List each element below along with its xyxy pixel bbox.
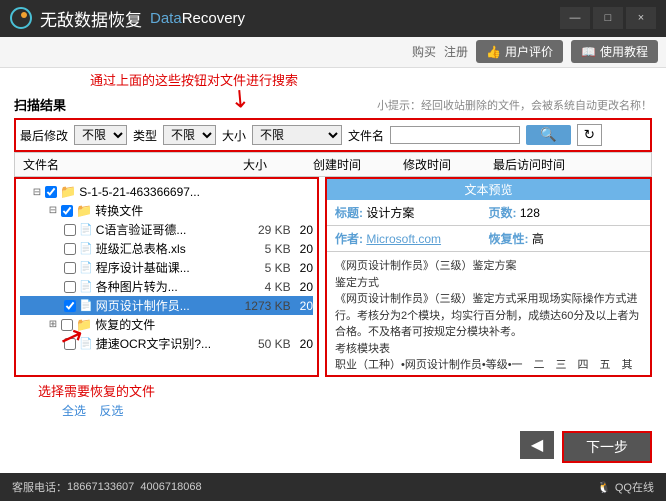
file-icon: 📄 xyxy=(79,223,93,236)
filter-type-label: 类型 xyxy=(133,127,157,144)
filter-size-label: 大小 xyxy=(222,127,246,144)
checkbox[interactable] xyxy=(64,243,76,255)
titlebar: 无敌数据恢复 DataRecovery — □ × xyxy=(0,0,666,37)
table-header: 文件名 大小 创建时间 修改时间 最后访问时间 xyxy=(14,152,652,177)
search-button[interactable]: 🔍 xyxy=(526,125,571,145)
checkbox[interactable] xyxy=(61,205,73,217)
filter-lastmod-select[interactable]: 不限 xyxy=(74,125,127,145)
recover-value: 高 xyxy=(532,232,544,246)
next-button[interactable]: 下一步 xyxy=(562,431,652,463)
file-icon: 📄 xyxy=(79,280,93,293)
register-link[interactable]: 注册 xyxy=(444,43,468,60)
folder-icon: 📁 xyxy=(60,184,76,200)
topic-value: 设计方案 xyxy=(366,206,414,220)
app-title-en1: Data xyxy=(150,10,182,27)
preview-panel: 文本预览 标题: 设计方案 页数: 128 作者: Microsoft.com … xyxy=(325,177,652,377)
tutorial-button[interactable]: 📖使用教程 xyxy=(571,40,658,63)
file-icon: 📄 xyxy=(79,261,93,274)
back-button[interactable]: ◀ xyxy=(520,431,554,459)
annotation-top: 通过上面的这些按钮对文件进行搜索 ↘ xyxy=(0,68,666,91)
folder-icon: 📁 xyxy=(76,203,92,219)
section-title: 扫描结果 xyxy=(14,95,66,114)
phone2: 4006718068 xyxy=(140,481,201,493)
filter-filename-label: 文件名 xyxy=(348,127,384,144)
checkbox[interactable] xyxy=(45,186,57,198)
col-modified[interactable]: 修改时间 xyxy=(399,156,489,173)
expander-icon[interactable]: ⊟ xyxy=(32,187,42,198)
pages-label: 页数: xyxy=(489,206,517,220)
tree-root[interactable]: ⊟ 📁 S-1-5-21-463366697... xyxy=(20,183,313,201)
phone1: 18667133607 xyxy=(67,481,134,493)
topic-label: 标题: xyxy=(335,206,363,220)
rating-button[interactable]: 👍用户评价 xyxy=(476,40,563,63)
app-title-en2: Recovery xyxy=(182,10,245,27)
col-created[interactable]: 创建时间 xyxy=(309,156,399,173)
app-title-cn: 无敌数据恢复 xyxy=(40,6,142,31)
book-icon: 📖 xyxy=(581,45,596,59)
tree-file[interactable]: 📄班级汇总表格.xls5 KB20 xyxy=(20,239,313,258)
hotline-label: 客服电话： xyxy=(12,479,67,495)
filter-filename-input[interactable] xyxy=(390,126,520,144)
tree-file-selected[interactable]: 📄网页设计制作员...1273 KB20 xyxy=(20,296,313,315)
checkbox[interactable] xyxy=(64,262,76,274)
qq-online[interactable]: 🐧 QQ在线 xyxy=(597,479,654,495)
file-icon: 📄 xyxy=(79,242,93,255)
filter-size-select[interactable]: 不限 xyxy=(252,125,342,145)
checkbox[interactable] xyxy=(64,300,76,312)
app-logo-icon xyxy=(10,7,32,29)
author-value[interactable]: Microsoft.com xyxy=(366,232,441,246)
tree-file[interactable]: 📄各种图片转为...4 KB20 xyxy=(20,277,313,296)
buy-link[interactable]: 购买 xyxy=(412,43,436,60)
refresh-button[interactable]: ↻ xyxy=(577,124,602,146)
filter-lastmod-label: 最后修改 xyxy=(20,127,68,144)
col-name[interactable]: 文件名 xyxy=(19,156,239,173)
expander-icon[interactable]: ⊞ xyxy=(48,319,58,330)
expander-icon[interactable]: ⊟ xyxy=(48,205,58,216)
tree-folder[interactable]: ⊟ 📁 转换文件 xyxy=(20,201,313,220)
select-all-link[interactable]: 全选 xyxy=(62,404,86,418)
tree-file[interactable]: 📄C语言验证哥德...29 KB20 xyxy=(20,220,313,239)
minimize-button[interactable]: — xyxy=(560,7,590,29)
file-icon: 📄 xyxy=(79,299,93,312)
tip-text: 小提示：经回收站删除的文件，会被系统自动更改名称！ xyxy=(377,97,652,113)
select-invert-link[interactable]: 反选 xyxy=(99,404,123,418)
maximize-button[interactable]: □ xyxy=(593,7,623,29)
filter-type-select[interactable]: 不限 xyxy=(163,125,216,145)
footer: 客服电话： 18667133607 4006718068 🐧 QQ在线 xyxy=(0,473,666,501)
annotation-left: 选择需要恢复的文件 xyxy=(14,377,652,400)
col-size[interactable]: 大小 xyxy=(239,156,309,173)
tree-file[interactable]: 📄程序设计基础课...5 KB20 xyxy=(20,258,313,277)
col-accessed[interactable]: 最后访问时间 xyxy=(489,156,569,173)
qq-icon: 🐧 xyxy=(597,481,611,494)
preview-title: 文本预览 xyxy=(327,179,650,200)
pages-value: 128 xyxy=(520,206,540,220)
preview-body: 《网页设计制作员》（三级）鉴定方案 鉴定方式 《网页设计制作员》（三级）鉴定方式… xyxy=(327,252,650,375)
thumb-icon: 👍 xyxy=(486,45,501,59)
checkbox[interactable] xyxy=(64,281,76,293)
author-label: 作者: xyxy=(335,232,363,246)
recover-label: 恢复性: xyxy=(489,232,529,246)
close-button[interactable]: × xyxy=(626,7,656,29)
filter-bar: 最后修改 不限 类型 不限 大小 不限 文件名 🔍 ↻ xyxy=(14,118,652,152)
checkbox[interactable] xyxy=(64,224,76,236)
toolbar: 购买 注册 👍用户评价 📖使用教程 xyxy=(0,37,666,68)
